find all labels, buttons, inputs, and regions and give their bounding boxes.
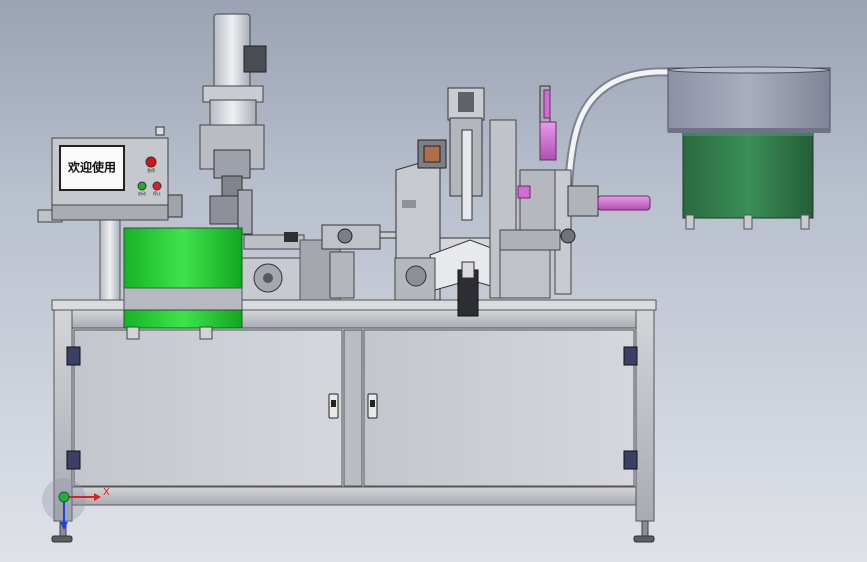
machine-3d-model: 欢迎使用 急停 启动 停止 X [37,13,831,543]
magenta-cylinder-vertical [539,121,557,161]
vibratory-feeder [667,66,831,230]
cad-viewport[interactable]: 欢迎使用 急停 启动 停止 X [0,0,867,562]
pick-place-station [489,85,651,299]
spindle-assembly [199,13,267,235]
cabinet-door-right [363,329,635,487]
start-button [137,181,147,191]
machine-frame [51,299,657,543]
start-button-label: 启动 [138,190,146,196]
cabinet-door-left [73,329,343,487]
control-panel: 欢迎使用 急停 启动 停止 [37,126,183,223]
magenta-cylinder-horizontal [597,195,651,211]
hmi-screen-text: 欢迎使用 [67,160,116,175]
stop-button-label: 停止 [153,190,161,196]
emergency-stop-label: 急停 [147,167,155,173]
hmi-pillar [99,219,121,301]
stop-button [152,181,162,191]
triad-x-label: X [103,487,110,498]
emergency-stop-button [145,156,157,168]
